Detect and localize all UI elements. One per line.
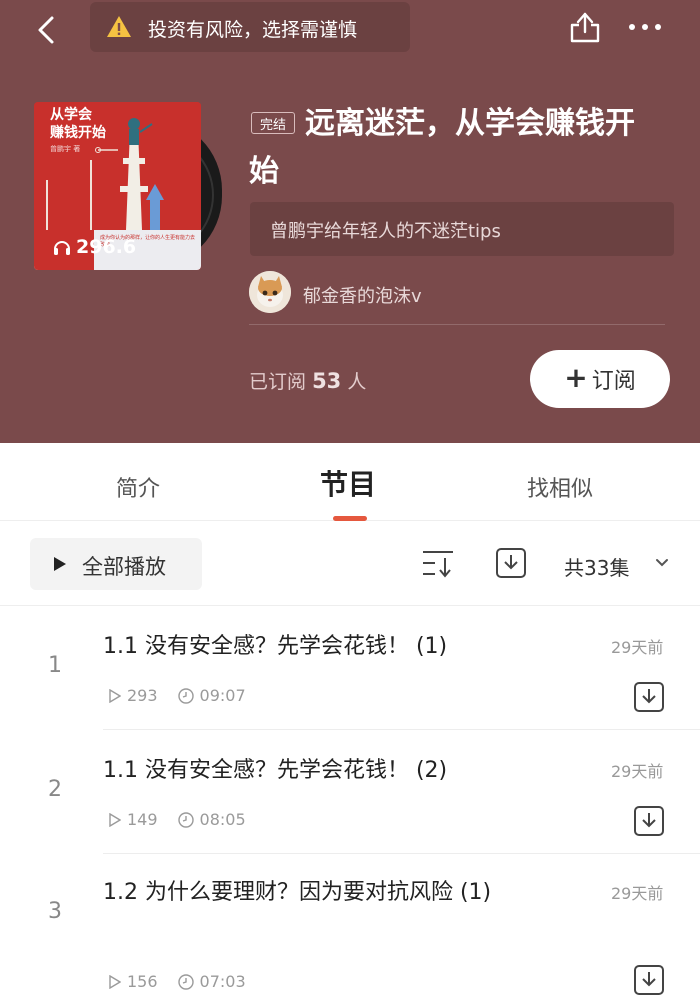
play-icon (109, 812, 121, 827)
episode-duration: 07:03 (199, 972, 246, 991)
episode-title: 1.1 没有安全感？先学会花钱！ (2) (103, 758, 448, 783)
plus-icon: + (564, 360, 588, 394)
play-icon (109, 974, 121, 989)
subscriber-suffix: 人 (347, 371, 367, 393)
subscriber-prefix: 已订阅 (249, 371, 307, 393)
subscriber-number: 53 (312, 369, 342, 393)
play-icon (109, 688, 121, 703)
warning-icon (107, 16, 131, 37)
album-cover[interactable]: 从学会 赚钱开始 曾鹏宇 著 成为你认为的那样，让你的人生更有能力去改变 296… (34, 102, 201, 270)
author-name[interactable]: 郁金香的泡沫v (303, 282, 422, 308)
play-count-value: 296.6 (76, 236, 137, 258)
episode-index: 3 (48, 899, 62, 924)
play-count: 296.6 (52, 236, 136, 258)
cover-author: 曾鹏宇 著 (50, 145, 81, 153)
episode-meta: 149 08:05 (109, 810, 246, 829)
risk-warning-banner[interactable]: 投资有风险，选择需谨慎 (90, 2, 410, 52)
album-subtitle: 曾鹏宇给年轻人的不迷茫tips (270, 221, 501, 242)
avatar[interactable] (249, 271, 291, 313)
subscribe-label: 订阅 (591, 369, 636, 394)
play-all-button[interactable]: 全部播放 (30, 538, 202, 590)
episode-plays: 156 (127, 972, 158, 991)
episode-date: 29天前 (611, 638, 664, 657)
download-icon[interactable] (633, 805, 665, 837)
tab-similar[interactable]: 找相似 (527, 471, 593, 503)
download-all-icon[interactable] (495, 547, 527, 579)
episode-index: 2 (48, 777, 62, 802)
episode-duration: 09:07 (199, 686, 246, 705)
episode-plays: 149 (127, 810, 158, 829)
episode-meta: 293 09:07 (109, 686, 246, 705)
episode-meta: 156 07:03 (109, 972, 246, 991)
album-subtitle-box: 曾鹏宇给年轻人的不迷茫tips (250, 202, 674, 256)
album-header: 投资有风险，选择需谨慎 从学会 赚钱开始 曾鹏宇 著 成为你认为的那样，让你的人… (0, 0, 700, 443)
episode-total[interactable]: 共33集 (564, 552, 629, 581)
chevron-down-icon[interactable] (655, 558, 669, 568)
tab-programs[interactable]: 节目 (320, 463, 376, 503)
episode-title: 1.2 为什么要理财？因为要对抗风险 (1) (103, 880, 492, 905)
cover-title: 从学会 赚钱开始 (50, 106, 106, 142)
risk-warning-text: 投资有风险，选择需谨慎 (148, 19, 358, 41)
clock-icon (177, 687, 194, 704)
subscribe-button[interactable]: + 订阅 (530, 350, 670, 408)
tab-intro[interactable]: 简介 (116, 471, 160, 503)
episode-index: 1 (48, 653, 62, 678)
episode-title: 1.1 没有安全感？先学会花钱！ (1) (103, 634, 448, 659)
subscriber-count: 已订阅 53 人 (249, 367, 366, 394)
episode-date: 29天前 (611, 762, 664, 781)
episode-toolbar: 全部播放 共33集 (0, 521, 700, 606)
clock-icon (177, 811, 194, 828)
header-divider (249, 324, 665, 325)
share-icon[interactable] (566, 8, 604, 46)
more-icon[interactable] (625, 15, 665, 39)
episode-duration: 08:05 (199, 810, 246, 829)
download-icon[interactable] (633, 681, 665, 713)
cover-title-line1: 从学会 (50, 107, 92, 123)
episode-row[interactable]: 1 1.1 没有安全感？先学会花钱！ (1) 29天前 293 09:07 (0, 606, 700, 730)
headphones-icon (54, 241, 70, 255)
episode-row[interactable]: 2 1.1 没有安全感？先学会花钱！ (2) 29天前 149 08:05 (0, 730, 700, 854)
play-icon (54, 557, 66, 571)
album-title: 远离迷茫，从学会赚钱开始 (249, 106, 635, 189)
status-badge: 完结 (251, 112, 295, 134)
episode-plays: 293 (127, 686, 158, 705)
episode-row[interactable]: 3 1.2 为什么要理财？因为要对抗风险 (1) 29天前 156 07:03 (0, 854, 700, 1000)
back-arrow-icon[interactable] (30, 12, 66, 48)
sort-icon[interactable] (420, 546, 456, 580)
clock-icon (177, 973, 194, 990)
download-icon[interactable] (633, 964, 665, 996)
tab-bar: 简介 节目 找相似 (0, 443, 700, 521)
episode-date: 29天前 (611, 884, 664, 903)
cover-title-line2: 赚钱开始 (50, 125, 106, 141)
avatar-image (249, 271, 291, 313)
play-all-label: 全部播放 (82, 555, 166, 579)
